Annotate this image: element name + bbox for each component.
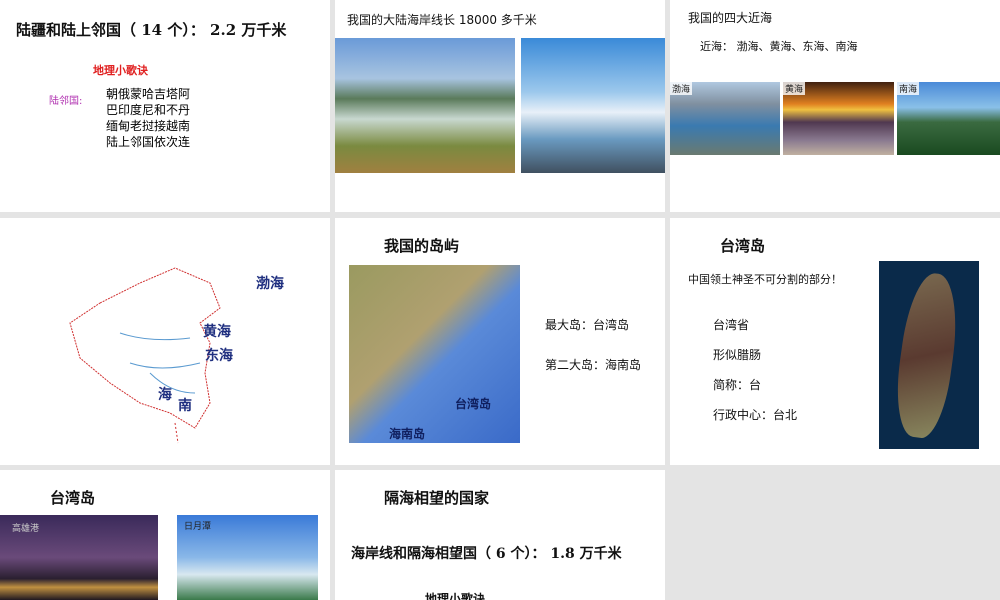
sea-label-huanghai: 黄海: [203, 324, 231, 340]
fact: 形似腊肠: [713, 348, 762, 362]
slide-3[interactable]: 我国的四大近海 近海： 渤海、黄海、东海、南海 渤海 黄海 南海: [670, 0, 1000, 212]
song-title: 地理小歌诀: [425, 592, 486, 600]
second-island: 第二大岛：海南岛: [545, 358, 642, 372]
fact: 行政中心：台北: [713, 408, 798, 422]
map-label-taiwan: 台湾岛: [455, 397, 492, 411]
coast-waves-photo: [521, 38, 665, 173]
kaohsiung-photo: 高雄港: [0, 515, 158, 600]
slide-title: 我国的四大近海: [688, 11, 773, 25]
sea-label-nanhai-1: 海: [158, 387, 172, 403]
seas-line: 近海： 渤海、黄海、东海、南海: [700, 40, 858, 53]
fact: 简称：台: [713, 378, 762, 392]
map-label-hainan: 海南岛: [389, 427, 426, 441]
sea-label-donghai: 东海: [205, 348, 233, 364]
neighbor-label: 陆邻国:: [49, 96, 83, 107]
slide-7[interactable]: 台湾岛 高雄港 日月潭: [0, 470, 330, 600]
song-line: 巴印度尼和不丹: [106, 103, 191, 117]
huanghai-photo: 黄海: [783, 82, 894, 155]
slide-subtitle: 中国领土神圣不可分割的部分！: [688, 273, 842, 286]
song-title: 地理小歌诀: [93, 64, 148, 77]
song-line: 缅甸老挝接越南: [106, 119, 191, 133]
slide-title: 我国的大陆海岸线长 18000 多千米: [347, 13, 537, 27]
slide-5[interactable]: 我国的岛屿 台湾岛 海南岛 最大岛：台湾岛 第二大岛：海南岛: [335, 218, 665, 465]
slide-1[interactable]: 陆疆和陆上邻国（ 14 个）： 2.2 万千米 地理小歌诀 陆邻国: 朝俄蒙哈吉…: [0, 0, 330, 212]
slide-8[interactable]: 隔海相望的国家 海岸线和隔海相望国（ 6 个）： 1.8 万千米 地理小歌诀: [335, 470, 665, 600]
slide-2[interactable]: 我国的大陆海岸线长 18000 多千米: [335, 0, 665, 212]
photo-label: 渤海: [670, 82, 693, 95]
sun-moon-lake-photo: 日月潭: [177, 515, 318, 600]
slide-4[interactable]: 渤海 黄海 东海 海 南: [0, 218, 330, 465]
island-map: 台湾岛 海南岛: [349, 265, 520, 443]
photo-label: 南海: [897, 82, 920, 95]
sea-label-bohai: 渤海: [256, 276, 284, 292]
largest-island: 最大岛：台湾岛: [545, 318, 630, 332]
bohai-photo: 渤海: [670, 82, 780, 155]
coastline-line: 海岸线和隔海相望国（ 6 个）： 1.8 万千米: [351, 546, 622, 562]
sea-label-nanhai-2: 南: [178, 398, 192, 414]
slide-title: 台湾岛: [720, 237, 766, 255]
photo-label: 黄海: [783, 82, 806, 95]
taiwan-satellite-image: [879, 261, 979, 449]
slide-title: 隔海相望的国家: [384, 489, 490, 507]
photo-label: 高雄港: [12, 524, 40, 534]
fact: 台湾省: [713, 318, 750, 332]
karst-river-photo: [335, 38, 515, 173]
song-line: 朝俄蒙哈吉塔阿: [106, 87, 191, 101]
photo-label: 日月潭: [184, 522, 212, 532]
slide-6[interactable]: 台湾岛 中国领土神圣不可分割的部分！ 台湾省 形似腊肠 简称：台 行政中心：台北: [670, 218, 1000, 465]
slide-title: 台湾岛: [50, 489, 96, 507]
song-line: 陆上邻国依次连: [106, 135, 191, 149]
nanhai-photo: 南海: [897, 82, 1000, 155]
slide-title: 陆疆和陆上邻国（ 14 个）： 2.2 万千米: [16, 21, 287, 39]
slide-title: 我国的岛屿: [384, 237, 460, 255]
